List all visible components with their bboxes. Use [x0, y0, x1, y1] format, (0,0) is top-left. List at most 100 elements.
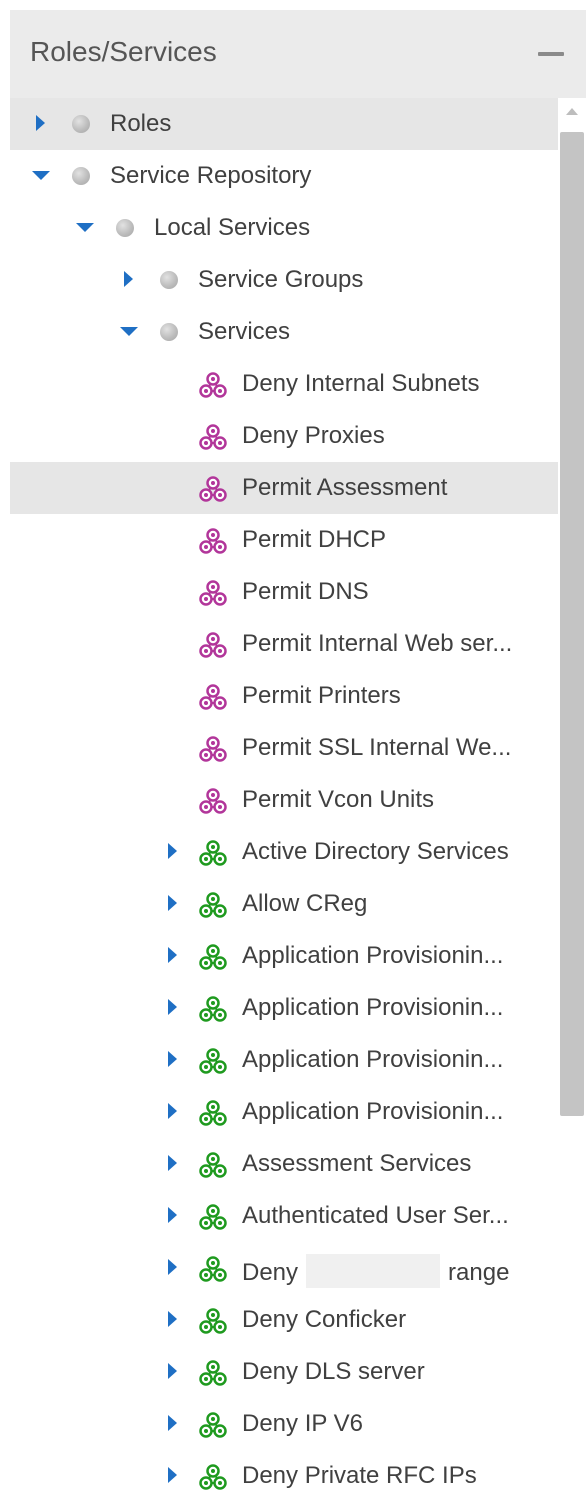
expand-right-arrow-icon[interactable] — [162, 826, 182, 878]
service-group-icon — [198, 1046, 228, 1076]
service-icon — [198, 630, 228, 660]
expand-right-arrow-icon[interactable] — [162, 930, 182, 982]
tree-item-text: Deny — [242, 1259, 299, 1286]
scroll-up-arrow-icon[interactable] — [566, 108, 578, 115]
tree-row[interactable]: Services — [10, 306, 558, 358]
tree-item-text: Deny IP V6 — [242, 1410, 363, 1437]
expand-right-arrow-icon[interactable] — [162, 878, 182, 930]
tree-item-text: Permit Assessment — [242, 474, 448, 501]
expand-right-arrow-icon[interactable] — [162, 1294, 182, 1346]
tree-row[interactable]: Permit Printers — [10, 670, 558, 722]
tree-row[interactable]: Service Groups — [10, 254, 558, 306]
tree-item-label: Permit Printers — [242, 682, 401, 710]
tree-item-label: Services — [198, 318, 290, 346]
tree-item-text: Allow CReg — [242, 890, 368, 917]
gray-dot-icon — [72, 167, 90, 185]
tree-item-text: Permit SSL Internal We... — [242, 734, 512, 761]
tree-item-label: Deny Private RFC IPs — [242, 1462, 477, 1490]
tree-item-label: Permit Internal Web ser... — [242, 630, 512, 658]
service-group-icon — [198, 1410, 228, 1440]
tree-item-text: Deny Conficker — [242, 1306, 407, 1333]
tree-item-label: Permit Vcon Units — [242, 786, 434, 814]
expand-right-arrow-icon[interactable] — [118, 254, 138, 306]
tree-item-label: Deny Proxies — [242, 422, 385, 450]
tree-row[interactable]: Deny Internal Subnets — [10, 358, 558, 410]
service-icon — [198, 422, 228, 452]
tree-item-text: Roles — [110, 110, 172, 137]
tree-row[interactable]: Allow CReg — [10, 878, 558, 930]
expand-right-arrow-icon[interactable] — [162, 1242, 182, 1294]
tree-row[interactable]: Application Provisionin... — [10, 1034, 558, 1086]
expand-right-arrow-icon[interactable] — [162, 1086, 182, 1138]
tree-item-text: Authenticated User Ser... — [242, 1202, 509, 1229]
tree-row[interactable]: Application Provisionin... — [10, 930, 558, 982]
service-icon — [198, 786, 228, 816]
expand-down-arrow-icon[interactable] — [118, 306, 138, 358]
tree-item-label: Application Provisionin... — [242, 942, 503, 970]
tree-item-text: Application Provisionin... — [242, 1046, 504, 1073]
service-group-icon — [198, 1462, 228, 1492]
tree-item-text: Permit Printers — [242, 682, 401, 709]
expand-down-arrow-icon[interactable] — [74, 202, 94, 254]
tree-item-text: Active Directory Services — [242, 838, 509, 865]
tree-row[interactable]: Deny Proxies — [10, 410, 558, 462]
tree-item-label: Assessment Services — [242, 1150, 471, 1178]
expand-right-arrow-icon[interactable] — [162, 1450, 182, 1492]
tree-item-label: Application Provisionin... — [242, 1046, 503, 1074]
tree-row[interactable]: Permit Internal Web ser... — [10, 618, 558, 670]
service-icon — [198, 526, 228, 556]
tree-view: Roles Service Repository Local Services Ser… — [10, 98, 558, 1492]
tree-row[interactable]: Service Repository — [10, 150, 558, 202]
tree-row[interactable]: Permit Vcon Units — [10, 774, 558, 826]
expand-right-arrow-icon[interactable] — [162, 982, 182, 1034]
tree-row[interactable]: Deny Conficker — [10, 1294, 558, 1346]
tree-row[interactable]: Permit DHCP — [10, 514, 558, 566]
expand-right-arrow-icon[interactable] — [162, 1346, 182, 1398]
tree-item-label: Permit Assessment — [242, 474, 447, 502]
tree-row[interactable]: Roles — [10, 98, 558, 150]
tree-item-text: Service Groups — [198, 266, 364, 293]
tree-row[interactable]: Permit Assessment — [10, 462, 558, 514]
scrollbar-thumb[interactable] — [560, 132, 584, 1116]
tree-item-label: Deny IP V6 — [242, 1410, 363, 1438]
minus-icon[interactable] — [536, 38, 566, 68]
tree-item-text: Permit DHCP — [242, 526, 387, 553]
tree-item-text: Services — [198, 318, 291, 345]
tree-item-label: Deny Conficker — [242, 1306, 406, 1334]
tree-row[interactable]: Authenticated User Ser... — [10, 1190, 558, 1242]
vertical-scrollbar[interactable] — [558, 98, 586, 1492]
tree-item-text: Application Provisionin... — [242, 994, 504, 1021]
service-group-icon — [198, 1358, 228, 1388]
expand-right-arrow-icon[interactable] — [30, 98, 50, 150]
tree-row[interactable]: Deny Private RFC IPs — [10, 1450, 558, 1492]
tree-item-label: Local Services — [154, 214, 310, 242]
panel-header: Roles/Services — [10, 10, 586, 98]
tree-item-label: Application Provisionin... — [242, 1098, 503, 1126]
tree-item-text-suffix: range — [448, 1259, 510, 1286]
tree-row[interactable]: Active Directory Services — [10, 826, 558, 878]
service-group-icon — [198, 838, 228, 868]
tree-row[interactable]: Permit DNS — [10, 566, 558, 618]
tree-row[interactable]: Permit SSL Internal We... — [10, 722, 558, 774]
service-icon — [198, 682, 228, 712]
expand-right-arrow-icon[interactable] — [162, 1398, 182, 1450]
tree-row[interactable]: Application Provisionin... — [10, 982, 558, 1034]
expand-right-arrow-icon[interactable] — [162, 1034, 182, 1086]
service-group-icon — [198, 1306, 228, 1336]
tree-row[interactable]: Deny range — [10, 1242, 558, 1294]
expand-right-arrow-icon[interactable] — [162, 1138, 182, 1190]
service-icon — [198, 370, 228, 400]
tree-item-text: Application Provisionin... — [242, 1098, 504, 1125]
tree-item-label: Allow CReg — [242, 890, 367, 918]
tree-item-label: Authenticated User Ser... — [242, 1202, 509, 1230]
tree-row[interactable]: Assessment Services — [10, 1138, 558, 1190]
tree-row[interactable]: Local Services — [10, 202, 558, 254]
tree-row[interactable]: Deny DLS server — [10, 1346, 558, 1398]
expand-right-arrow-icon[interactable] — [162, 1190, 182, 1242]
tree-row[interactable]: Deny IP V6 — [10, 1398, 558, 1450]
tree-item-text: Assessment Services — [242, 1150, 472, 1177]
gray-dot-icon — [72, 115, 90, 133]
expand-down-arrow-icon[interactable] — [30, 150, 50, 202]
tree-row[interactable]: Application Provisionin... — [10, 1086, 558, 1138]
service-icon — [198, 578, 228, 608]
